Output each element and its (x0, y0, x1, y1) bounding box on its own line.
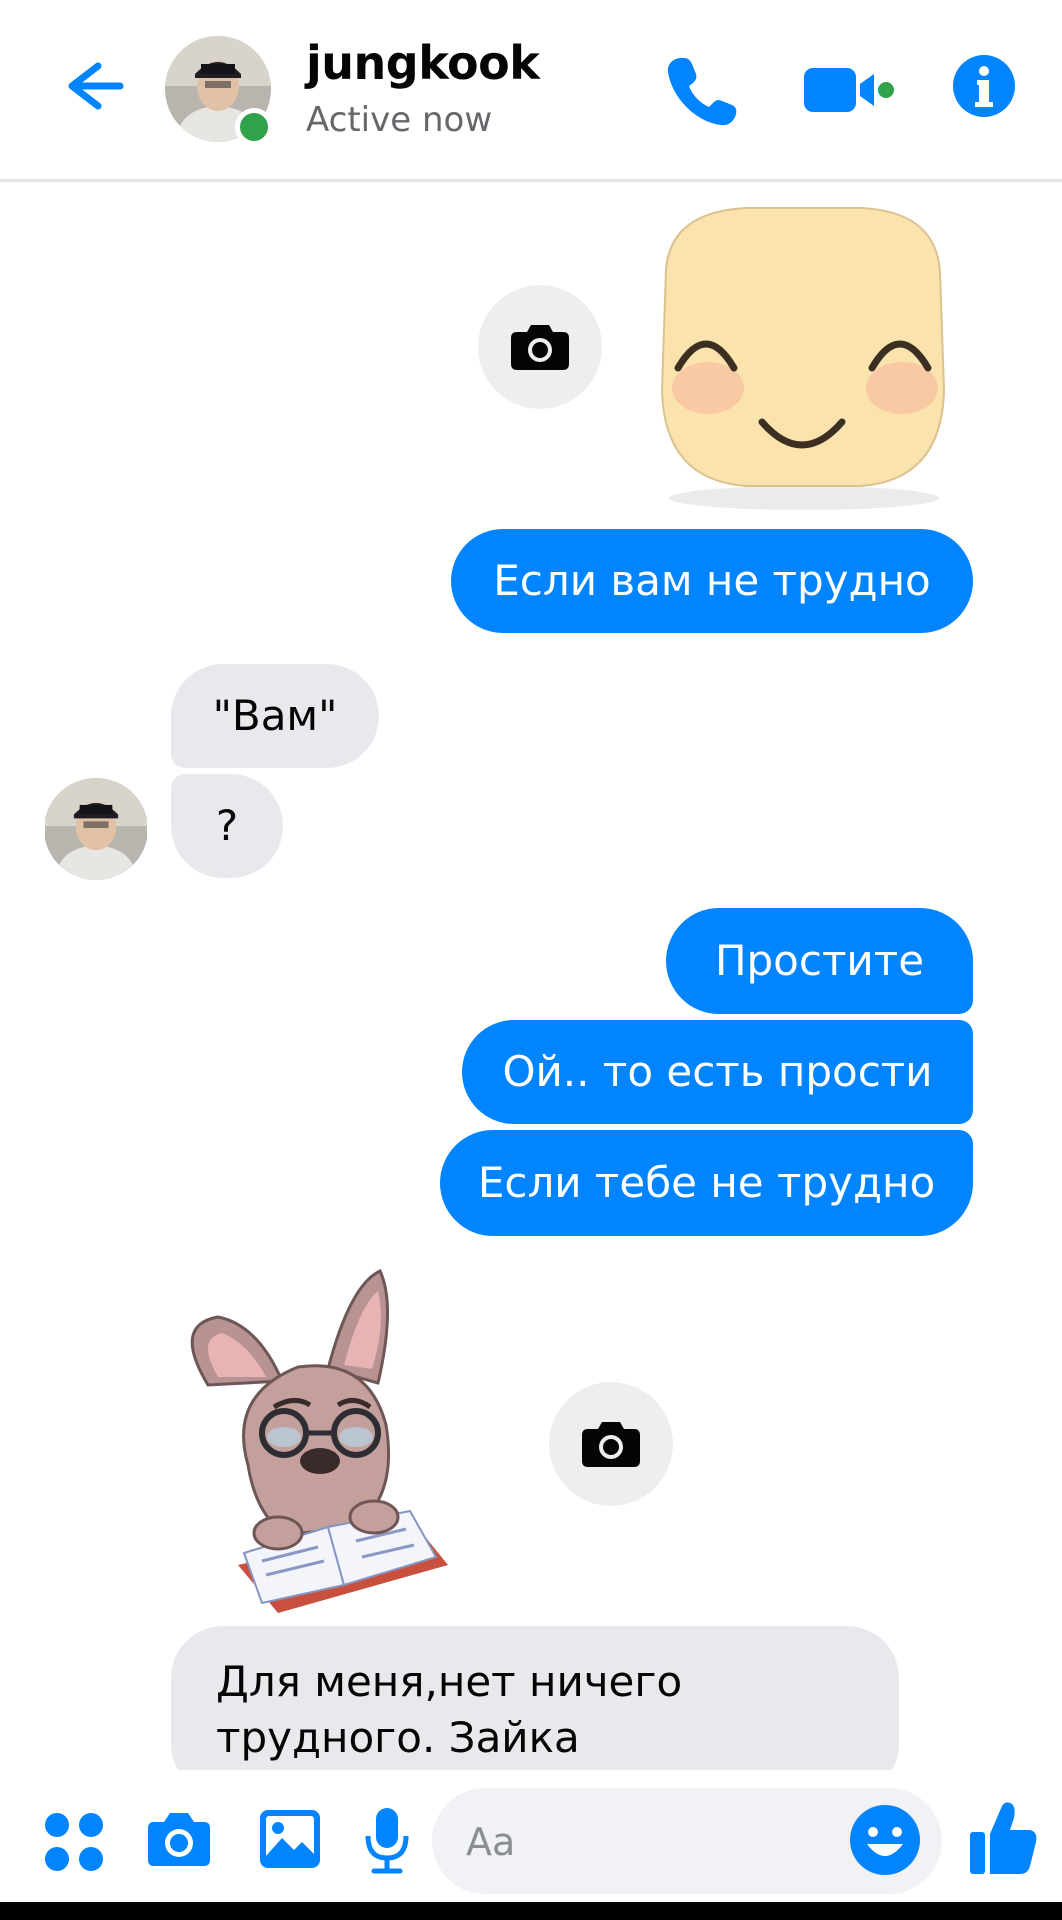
reading-dog-sticker[interactable] (178, 1265, 498, 1620)
camera-icon (582, 1422, 640, 1467)
contact-status: Active now (306, 100, 493, 140)
chat-header: jungkook Active now (0, 0, 1062, 182)
incoming-message[interactable]: "Вам" (171, 664, 379, 768)
outgoing-message[interactable]: Простите (666, 908, 973, 1014)
outgoing-message[interactable]: Ой.. то есть прости (462, 1020, 973, 1124)
outgoing-message[interactable]: Если тебе не трудно (440, 1130, 973, 1236)
sender-avatar[interactable] (44, 778, 148, 880)
message-input-placeholder: Aa (466, 1820, 516, 1864)
info-icon[interactable] (952, 54, 1016, 118)
phone-call-icon[interactable] (664, 52, 740, 128)
emoji-icon[interactable] (849, 1804, 921, 1876)
incoming-message[interactable]: ? (171, 774, 283, 878)
outgoing-message[interactable]: Если вам не трудно (451, 529, 973, 633)
video-call-icon[interactable] (804, 60, 894, 120)
message-line: Для меня,нет ничего (216, 1657, 683, 1706)
online-status-dot (235, 108, 273, 146)
gallery-icon[interactable] (258, 1808, 322, 1870)
apps-icon[interactable] (44, 1812, 104, 1872)
smiling-face-sticker[interactable] (636, 200, 970, 510)
back-arrow-icon[interactable] (58, 52, 126, 120)
share-photo-button[interactable] (549, 1382, 673, 1506)
like-icon[interactable] (968, 1800, 1038, 1876)
message-line: трудного. Зайка (216, 1713, 580, 1762)
camera-icon (511, 325, 569, 370)
microphone-icon[interactable] (364, 1806, 410, 1874)
camera-icon[interactable] (146, 1810, 212, 1868)
contact-name[interactable]: jungkook (306, 36, 540, 90)
system-navigation-bar (0, 1902, 1062, 1920)
share-photo-button[interactable] (478, 285, 602, 409)
